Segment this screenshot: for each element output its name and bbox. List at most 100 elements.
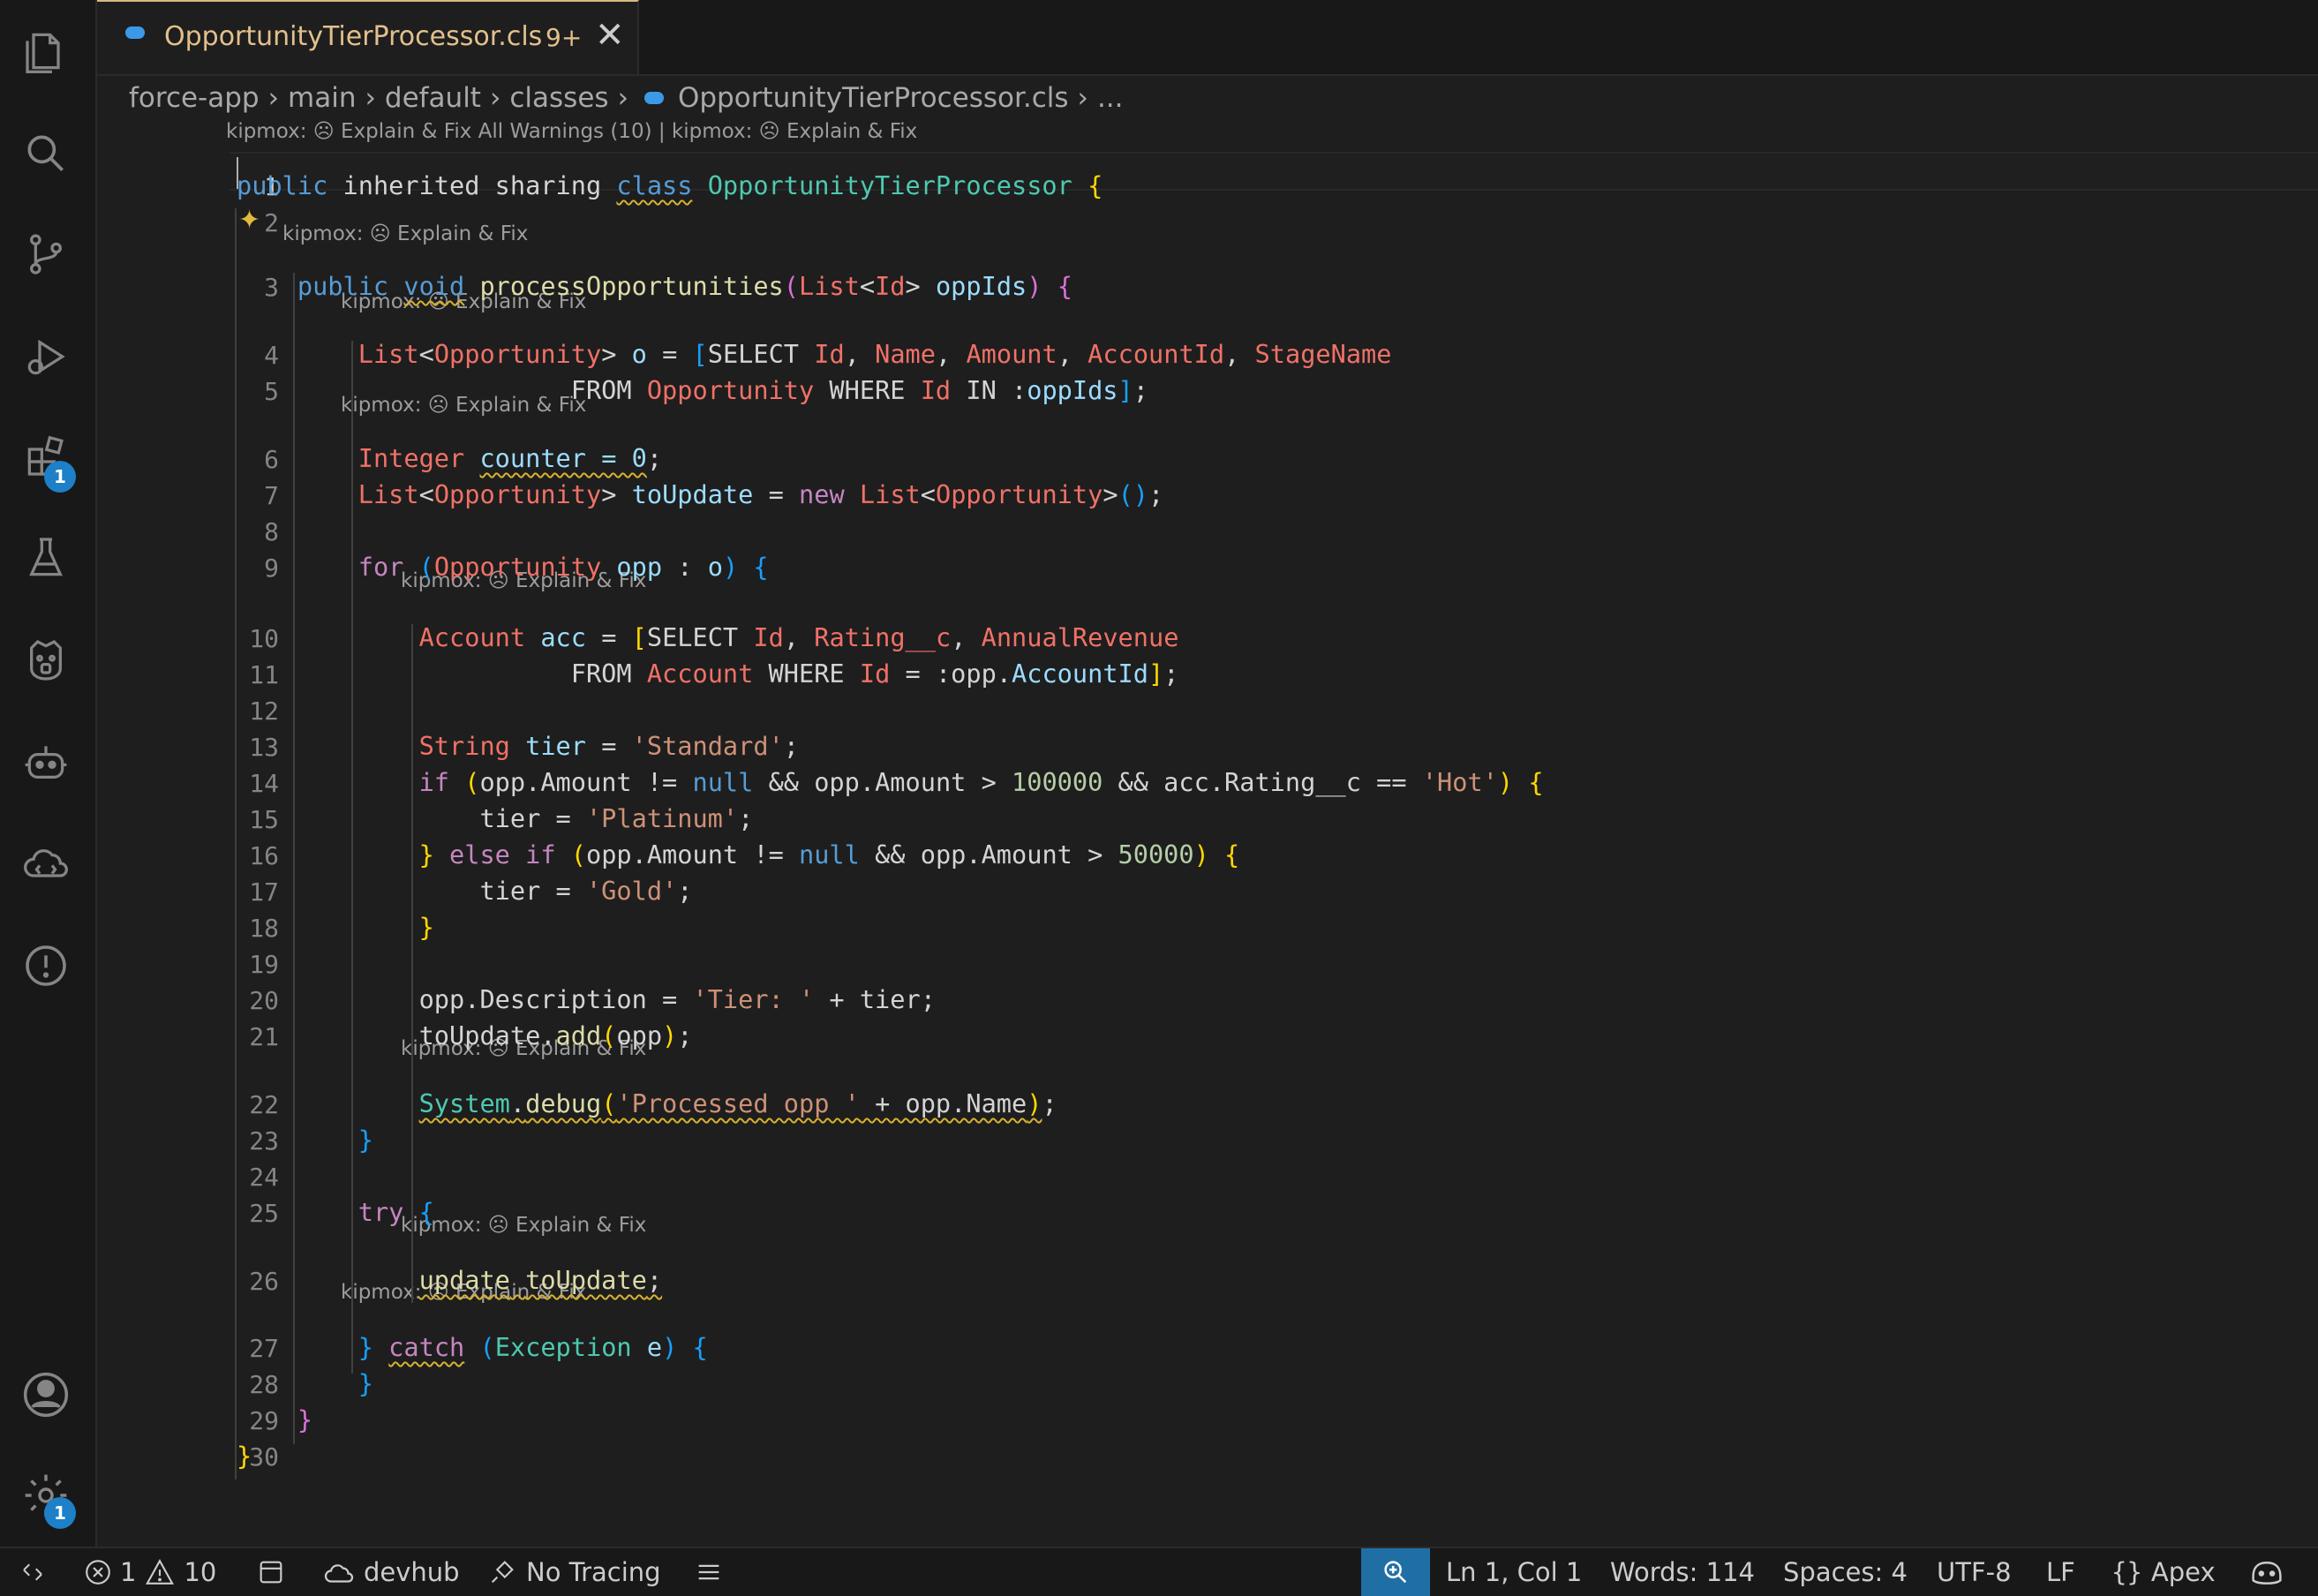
sparkle-icon[interactable]: ✦ [238,205,260,236]
code-token: add [555,1020,602,1050]
breadcrumb-item[interactable]: classes [509,82,608,114]
code-line[interactable]: List<Opportunity> o = [SELECT Id, Name, … [237,339,1392,369]
code-token: < [418,479,434,509]
code-line[interactable]: List<Opportunity> toUpdate = new List<Op… [237,479,1164,509]
language-mode[interactable]: {} Apex [2111,1548,2216,1596]
code-line[interactable]: toUpdate.add(opp); [237,1020,693,1050]
code-line[interactable]: opp.Description = 'Tier: ' + tier; [237,984,936,1014]
problems-icon[interactable] [16,936,76,996]
code-line[interactable]: if (opp.Amount != null && opp.Amount > 1… [237,767,1544,797]
code-line[interactable]: FROM Opportunity WHERE Id IN :oppIds]; [237,375,1148,405]
copilot-icon[interactable] [2249,1548,2284,1596]
code-token: && opp.Amount > [859,839,1118,870]
code-token: new [799,479,845,509]
cursor-position[interactable]: Ln 1, Col 1 [1446,1548,1582,1596]
salesforce-org-icon[interactable] [16,833,76,893]
tab-opportunity-tier-processor[interactable]: OpportunityTierProcessor.cls 9+ ✕ [97,0,639,74]
code-token: for [357,552,404,582]
code-analyzer-icon[interactable] [16,630,76,690]
code-lens-explain-fix[interactable]: kipmox: ☹ Explain & Fix All Warnings (10… [226,120,917,143]
code-token: public [237,170,328,200]
testing-icon[interactable] [16,528,76,588]
remote-icon[interactable] [19,1548,46,1596]
code-line[interactable]: } [237,1368,373,1398]
close-icon[interactable]: ✕ [595,16,625,55]
code-token: OpportunityTierProcessor [707,170,1072,200]
code-line[interactable]: tier = 'Gold'; [237,876,692,906]
code-token: [ [692,339,708,369]
line-endings[interactable]: LF [2046,1548,2075,1596]
code-line[interactable]: public void processOpportunities(List<Id… [237,271,1072,301]
search-icon[interactable] [16,124,76,184]
org-status[interactable]: devhub [323,1548,460,1596]
code-token: { [1224,839,1240,870]
code-line[interactable]: FROM Account WHERE Id = :opp.AccountId]; [237,659,1179,689]
code-lens-explain-fix[interactable]: kipmox: ☹ Explain & Fix [282,222,528,245]
code-editor[interactable]: kipmox: ☹ Explain & Fix All Warnings (10… [97,120,2318,1548]
code-line[interactable]: String tier = 'Standard'; [237,731,799,761]
zoom-in-icon [1384,1561,1407,1584]
word-count[interactable]: Words: 114 [1610,1548,1755,1596]
breadcrumb-item[interactable]: main [288,82,356,114]
code-token: null [799,839,860,870]
run-debug-icon[interactable] [16,327,76,387]
problems-status[interactable]: 1 10 [83,1548,216,1596]
code-token: Opportunity [433,339,602,369]
code-token: tier [525,731,586,761]
code-token: = [646,339,693,369]
breadcrumb-item[interactable]: force-app [129,82,260,114]
code-line[interactable]: public inherited sharing class Opportuni… [237,170,1103,200]
account-icon[interactable] [16,1365,76,1425]
code-token: } [418,839,434,870]
zoom-status[interactable] [1361,1548,1430,1596]
code-line[interactable]: } [237,1404,312,1434]
breadcrumb-item[interactable]: OpportunityTierProcessor.cls [678,82,1069,114]
code-token: ; [1133,375,1148,405]
line-number: 12 [249,696,279,726]
code-token: 'Standard' [631,731,784,761]
code-line[interactable]: for (Opportunity opp : o) { [237,552,769,582]
panel-icon[interactable] [256,1548,286,1596]
code-lens-explain-fix[interactable]: kipmox: ☹ Explain & Fix [401,1214,646,1237]
code-line[interactable]: update toUpdate; [237,1265,662,1295]
line-number: 8 [264,517,279,546]
code-line[interactable]: try { [237,1197,434,1227]
tracing-status[interactable]: No Tracing [487,1548,661,1596]
code-line[interactable]: } [237,1441,252,1471]
code-token: , [783,622,815,652]
warning-icon [146,1559,175,1585]
org-name: devhub [364,1557,460,1587]
tab-problem-count: 9+ [546,23,583,52]
code-line[interactable]: Integer counter = 0; [237,443,662,473]
breadcrumb-item[interactable]: default [385,82,481,114]
code-token: { [692,1332,708,1362]
code-token: ; [783,731,800,761]
code-token: } [237,1441,252,1471]
code-line[interactable]: } [237,912,434,942]
code-token: update [418,1265,510,1295]
code-token: FROM [479,659,647,689]
code-line[interactable]: Account acc = [SELECT Id, Rating__c, Ann… [237,622,1179,652]
menu-lines-icon[interactable] [694,1548,724,1596]
code-token: Id [920,375,952,405]
agent-robot-icon[interactable] [16,733,76,793]
source-control-icon[interactable] [16,224,76,284]
code-line[interactable]: System.debug('Processed opp ' + opp.Name… [237,1088,1057,1118]
code-line[interactable]: } [237,1125,373,1155]
code-token: , [951,622,982,652]
code-token: ) [1027,271,1042,301]
encoding[interactable]: UTF-8 [1937,1548,2012,1596]
code-line[interactable]: } else if (opp.Amount != null && opp.Amo… [237,839,1240,870]
indentation[interactable]: Spaces: 4 [1783,1548,1908,1596]
code-line[interactable]: tier = 'Platinum'; [237,803,753,833]
code-token: { [418,1197,434,1227]
code-line[interactable]: } catch (Exception e) { [237,1332,708,1362]
breadcrumb-item[interactable]: ... [1097,82,1124,114]
explorer-icon[interactable] [16,21,76,81]
